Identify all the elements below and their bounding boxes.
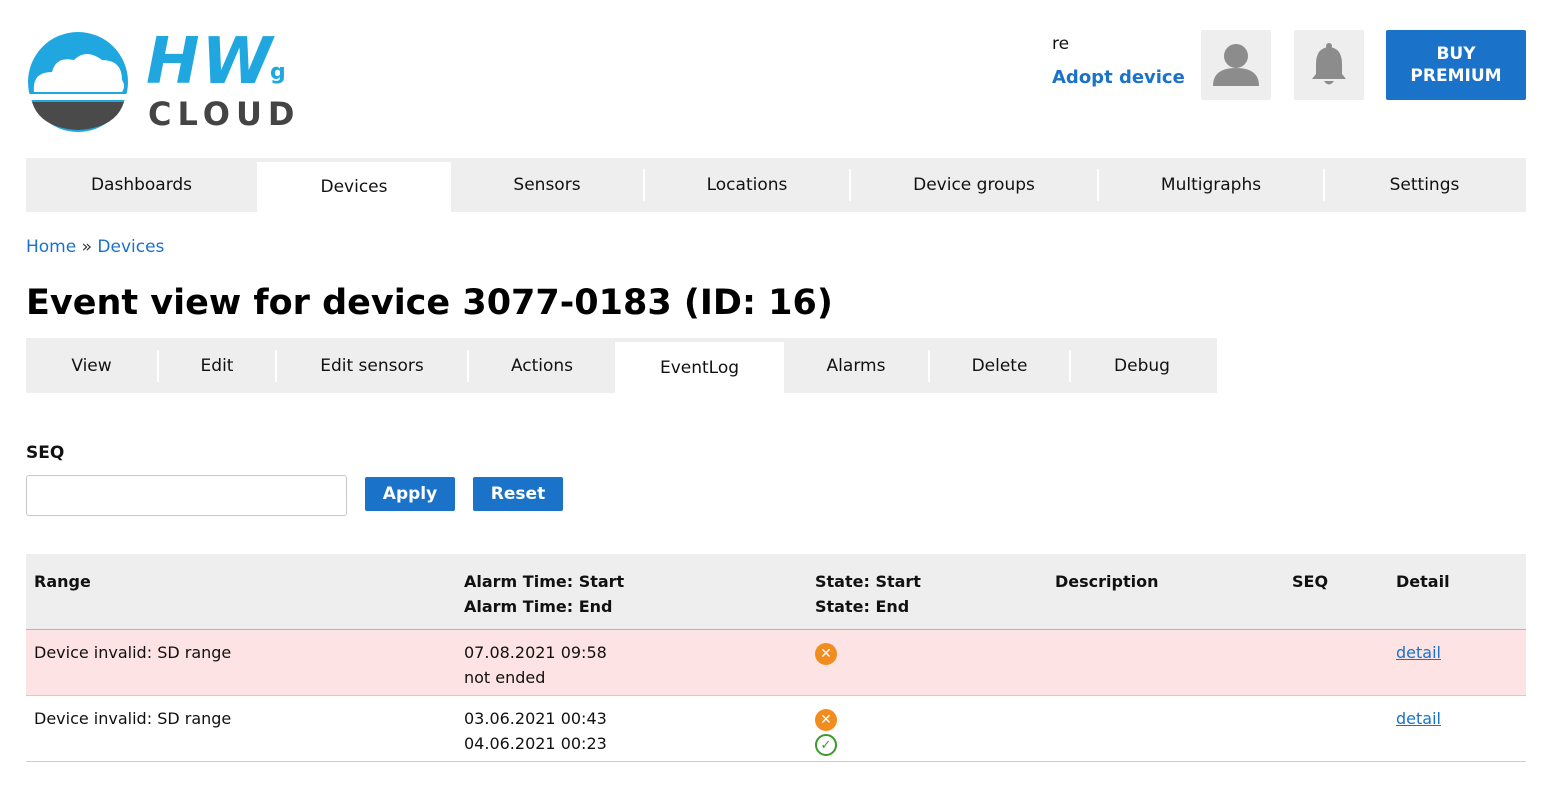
buy-label-line2: PREMIUM (1410, 66, 1502, 86)
cell-time-end: not ended (464, 668, 546, 687)
cell-time-start: 03.06.2021 00:43 (464, 709, 607, 728)
breadcrumb: Home » Devices (26, 237, 164, 257)
cell-alarm-time: 03.06.2021 00:43 04.06.2021 00:23 (464, 706, 607, 756)
cell-detail: detail (1396, 706, 1441, 731)
cell-detail: detail (1396, 640, 1441, 665)
main-navigation: Dashboards Devices Sensors Locations Dev… (26, 158, 1526, 212)
header-state-start: State: Start (815, 572, 921, 591)
header-state-end: State: End (815, 597, 910, 616)
cell-time-start: 07.08.2021 09:58 (464, 643, 607, 662)
subnav-tab-eventlog[interactable]: EventLog (615, 342, 784, 393)
hwg-cloud-logo[interactable]: HW g CLOUD (26, 30, 296, 132)
nav-tab-devices[interactable]: Devices (257, 162, 451, 212)
nav-tab-dashboards[interactable]: Dashboards (26, 158, 257, 212)
nav-tab-multigraphs[interactable]: Multigraphs (1099, 158, 1323, 212)
cell-range: Device invalid: SD range (34, 709, 232, 728)
reset-button[interactable]: Reset (473, 477, 563, 511)
table-row: Device invalid: SD range 07.08.2021 09:5… (26, 630, 1526, 696)
nav-tab-sensors[interactable]: Sensors (451, 158, 643, 212)
logo-text-hw: HW (146, 25, 275, 99)
nav-tab-settings[interactable]: Settings (1325, 158, 1524, 212)
table-header: Range Alarm Time: Start Alarm Time: End … (26, 554, 1526, 630)
subnav-tab-delete[interactable]: Delete (930, 338, 1069, 393)
cell-state: ✕ ✓ (815, 709, 837, 756)
subnav-tab-edit[interactable]: Edit (159, 338, 275, 393)
logo-text-cloud: CLOUD (148, 95, 301, 133)
nav-tab-device-groups[interactable]: Device groups (851, 158, 1097, 212)
header-time-start: Alarm Time: Start (464, 572, 625, 591)
header-alarm-time[interactable]: Alarm Time: Start Alarm Time: End (464, 569, 624, 619)
user-profile-button[interactable] (1201, 30, 1271, 100)
header-seq[interactable]: SEQ (1292, 569, 1328, 594)
subnav-tab-view[interactable]: View (26, 338, 157, 393)
page-title: Event view for device 3077-0183 (ID: 16) (26, 283, 833, 323)
user-icon (1213, 44, 1259, 86)
buy-label-line1: BUY (1436, 44, 1476, 64)
check-icon: ✓ (815, 734, 837, 756)
header-range[interactable]: Range (34, 569, 91, 594)
seq-filter-label: SEQ (26, 443, 65, 463)
buy-premium-button[interactable]: BUY PREMIUM (1386, 30, 1526, 100)
header-detail: Detail (1396, 572, 1450, 591)
cell-time-end: 04.06.2021 00:23 (464, 734, 607, 753)
header-state[interactable]: State: Start State: End (815, 569, 921, 619)
table-row: Device invalid: SD range 03.06.2021 00:4… (26, 696, 1526, 762)
cell-state: ✕ (815, 643, 837, 665)
detail-link[interactable]: detail (1396, 643, 1441, 662)
header-time-end: Alarm Time: End (464, 597, 613, 616)
cell-range: Device invalid: SD range (34, 643, 232, 662)
username-label: re (1052, 34, 1070, 54)
cloud-logo-icon (28, 32, 128, 132)
error-icon: ✕ (815, 643, 837, 665)
header-description[interactable]: Description (1055, 569, 1158, 594)
breadcrumb-devices-link[interactable]: Devices (97, 237, 164, 257)
logo-text-g: g (270, 60, 286, 85)
cell-alarm-time: 07.08.2021 09:58 not ended (464, 640, 607, 690)
subnav-tab-edit-sensors[interactable]: Edit sensors (277, 338, 467, 393)
subnav-tab-actions[interactable]: Actions (469, 338, 615, 393)
error-icon: ✕ (815, 709, 837, 731)
apply-button[interactable]: Apply (365, 477, 455, 511)
nav-tab-locations[interactable]: Locations (645, 158, 849, 212)
detail-link[interactable]: detail (1396, 709, 1441, 728)
subnav-tab-debug[interactable]: Debug (1071, 338, 1213, 393)
subnav-tab-alarms[interactable]: Alarms (784, 338, 928, 393)
adopt-device-link[interactable]: Adopt device (1052, 67, 1185, 88)
breadcrumb-home-link[interactable]: Home (26, 237, 76, 257)
bell-icon (1312, 43, 1346, 85)
seq-filter-input[interactable] (26, 475, 347, 516)
device-subnavigation: View Edit Edit sensors Actions EventLog … (26, 338, 1217, 393)
notifications-button[interactable] (1294, 30, 1364, 100)
event-log-table: Range Alarm Time: Start Alarm Time: End … (26, 554, 1526, 762)
breadcrumb-separator: » (81, 237, 93, 257)
